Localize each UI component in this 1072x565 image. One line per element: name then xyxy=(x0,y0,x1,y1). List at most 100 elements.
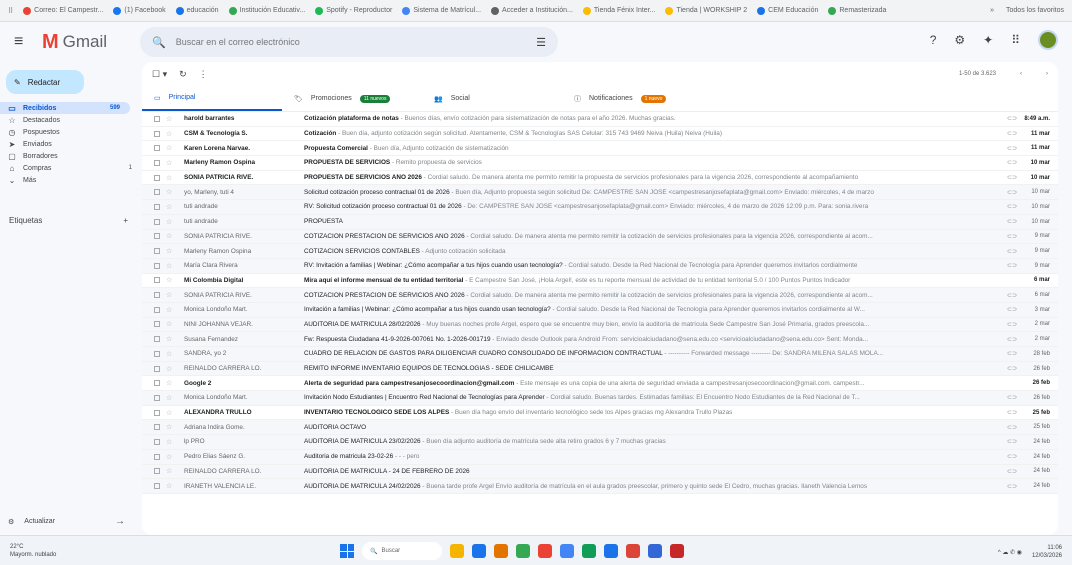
windows-start-icon[interactable] xyxy=(340,544,354,558)
table-row[interactable]: ☆ lp PRO AUDITORIA DE MATRICULA 23/02/2026… xyxy=(142,435,1058,450)
weather-widget[interactable]: 22°C Mayorm. nublado xyxy=(10,543,56,559)
row-checkbox[interactable] xyxy=(154,218,160,225)
table-row[interactable]: ☆ ALEXANDRA TRULLO INVENTARIO TECNOLOGICO … xyxy=(142,405,1058,421)
row-checkbox[interactable] xyxy=(154,203,160,210)
row-checkbox[interactable] xyxy=(154,336,160,343)
taskbar-app-icon[interactable] xyxy=(582,544,596,558)
bookmarks-more-button[interactable]: » xyxy=(990,7,994,14)
bookmark-item[interactable]: (1) Facebook xyxy=(113,6,166,15)
row-checkbox[interactable] xyxy=(154,483,160,490)
search-input[interactable]: Buscar en el correo electrónico xyxy=(176,37,300,47)
more-actions-icon[interactable]: ⋮ xyxy=(199,69,208,80)
row-checkbox[interactable] xyxy=(154,174,160,181)
main-menu-icon[interactable]: ≡ xyxy=(14,33,30,51)
taskbar-app-icon[interactable] xyxy=(626,544,640,558)
table-row[interactable]: ☆ Karen Lorena Narvae. Propuesta Comercial… xyxy=(142,141,1058,157)
row-checkbox[interactable] xyxy=(154,262,160,269)
star-icon[interactable]: ☆ xyxy=(166,159,178,167)
row-checkbox[interactable] xyxy=(154,438,160,445)
star-icon[interactable]: ☆ xyxy=(166,174,178,182)
tab-principal[interactable]: ▭ Principal xyxy=(142,86,282,111)
row-checkbox[interactable] xyxy=(154,424,160,431)
taskbar-app-icon[interactable] xyxy=(604,544,618,558)
sidebar-item[interactable]: ⌂ Compras 1 xyxy=(0,162,142,174)
row-checkbox[interactable] xyxy=(154,277,160,284)
row-checkbox[interactable] xyxy=(154,453,160,460)
table-row[interactable]: ☆ Mi Colombia Digital Mira aquí el informe… xyxy=(142,273,1058,289)
star-icon[interactable]: ☆ xyxy=(166,144,178,152)
star-icon[interactable]: ☆ xyxy=(166,438,178,446)
row-checkbox[interactable] xyxy=(154,365,160,372)
bookmark-item[interactable]: CEM Educación xyxy=(757,6,818,15)
taskbar-app-icon[interactable] xyxy=(670,544,684,558)
star-icon[interactable]: ☆ xyxy=(166,335,178,343)
star-icon[interactable]: ☆ xyxy=(166,379,178,387)
sidebar-item[interactable]: ▢ Borradores xyxy=(0,150,142,162)
star-icon[interactable]: ☆ xyxy=(166,350,178,358)
row-checkbox[interactable] xyxy=(154,409,160,416)
star-icon[interactable]: ☆ xyxy=(166,409,178,417)
google-apps-icon[interactable]: ⠿ xyxy=(1011,33,1020,47)
select-all-checkbox[interactable]: ☐ ▾ xyxy=(152,69,167,80)
star-icon[interactable]: ☆ xyxy=(166,394,178,402)
table-row[interactable]: ☆ SONIA PATRICIA RIVE. PROPUESTA DE SERVIC… xyxy=(142,170,1058,186)
row-checkbox[interactable] xyxy=(154,189,160,196)
sidebar-item[interactable]: ▭ Recibidos 599 xyxy=(0,102,130,114)
star-icon[interactable]: ☆ xyxy=(166,262,178,270)
settings-icon[interactable]: ⚙ xyxy=(954,33,965,47)
row-checkbox[interactable] xyxy=(154,350,160,357)
table-row[interactable]: ☆ SONIA PATRICIA RIVE. COTIZACION PRESTACI… xyxy=(142,288,1058,303)
sidebar-item[interactable]: ☆ Destacados xyxy=(0,114,142,126)
arrow-right-icon[interactable]: → xyxy=(115,516,125,527)
bookmark-item[interactable]: educación xyxy=(175,6,219,15)
table-row[interactable]: ☆ Marleny Ramon Ospina PROPUESTA DE SERVIC… xyxy=(142,156,1058,171)
bookmark-item[interactable]: Tienda Fénix Inter... xyxy=(582,6,655,15)
star-icon[interactable]: ☆ xyxy=(166,320,178,328)
table-row[interactable]: ☆ REINALDO CARRERA LO. AUDITORIA DE MATRIC… xyxy=(142,464,1058,480)
table-row[interactable]: ☆ yo, Marleny, tuti 4 Solicitud cotización… xyxy=(142,185,1058,201)
star-icon[interactable]: ☆ xyxy=(166,218,178,226)
avatar[interactable] xyxy=(1038,30,1058,50)
help-icon[interactable]: ? xyxy=(930,33,937,47)
bookmark-item[interactable]: Acceder a Institución... xyxy=(491,6,573,15)
search-options-icon[interactable]: ☰ xyxy=(536,36,546,49)
table-row[interactable]: ☆ Pedro Elias Sáenz G. Auditoria de matric… xyxy=(142,449,1058,465)
tab-promociones[interactable]: 🏷 Promociones 11 nuevos xyxy=(282,86,422,111)
sidebar-item[interactable]: ◷ Pospuestos xyxy=(0,126,142,138)
table-row[interactable]: ☆ harold barrantes Cotización plataforma d… xyxy=(142,112,1058,127)
sidebar-item[interactable]: ➤ Enviados xyxy=(0,138,142,150)
next-page-icon[interactable]: › xyxy=(1046,71,1048,77)
compose-button[interactable]: ✎ Redactar xyxy=(6,70,84,94)
taskbar-app-icon[interactable] xyxy=(472,544,486,558)
row-checkbox[interactable] xyxy=(154,115,160,122)
star-icon[interactable]: ☆ xyxy=(166,291,178,299)
row-checkbox[interactable] xyxy=(154,292,160,299)
search-bar[interactable]: 🔍 Buscar en el correo electrónico ☰ xyxy=(140,27,558,57)
table-row[interactable]: ☆ tuti andrade RV: Solicitud cotización pr… xyxy=(142,200,1058,215)
table-row[interactable]: ☆ IRANETH VALENCIA LE. AUDITORIA DE MATRIC… xyxy=(142,479,1058,494)
star-icon[interactable]: ☆ xyxy=(166,115,178,123)
gemini-icon[interactable]: ✦ xyxy=(983,33,993,47)
table-row[interactable]: ☆ SONIA PATRICIA RIVE. COTIZACION PRESTACI… xyxy=(142,229,1058,245)
bookmark-item[interactable]: Spotify - Reproductor xyxy=(315,6,392,15)
gmail-logo[interactable]: M Gmail xyxy=(42,31,107,54)
bookmark-item[interactable]: Tienda | WORKSHIP 2 xyxy=(665,6,747,15)
table-row[interactable]: ☆ CSM & Tecnología S. Cotización - Buen dí… xyxy=(142,126,1058,142)
table-row[interactable]: ☆ Monica Londoño Mart. Invitación a famili… xyxy=(142,302,1058,318)
star-icon[interactable]: ☆ xyxy=(166,482,178,490)
star-icon[interactable]: ☆ xyxy=(166,306,178,314)
table-row[interactable]: ☆ tuti andrade PROPUESTA ⊂⊃ 10 mar xyxy=(142,214,1058,230)
all-bookmarks-button[interactable]: Todos los favoritos xyxy=(1006,7,1064,14)
star-icon[interactable]: ☆ xyxy=(166,247,178,255)
row-checkbox[interactable] xyxy=(154,233,160,240)
taskbar-app-icon[interactable] xyxy=(494,544,508,558)
table-row[interactable]: ☆ SANDRA, yo 2 CUADRO DE RELACION DE GASTO… xyxy=(142,347,1058,362)
taskbar-search[interactable]: 🔍 Buscar xyxy=(362,542,442,560)
row-checkbox[interactable] xyxy=(154,380,160,387)
row-checkbox[interactable] xyxy=(154,321,160,328)
table-row[interactable]: ☆ Adriana Indira Gome. AUDITORIA OCTAVO ⊂⊃ 2… xyxy=(142,420,1058,436)
star-icon[interactable]: ☆ xyxy=(166,232,178,240)
star-icon[interactable]: ☆ xyxy=(166,276,178,284)
taskbar-app-icon[interactable] xyxy=(450,544,464,558)
bookmark-item[interactable]: Correo: El Campestr... xyxy=(23,6,103,15)
